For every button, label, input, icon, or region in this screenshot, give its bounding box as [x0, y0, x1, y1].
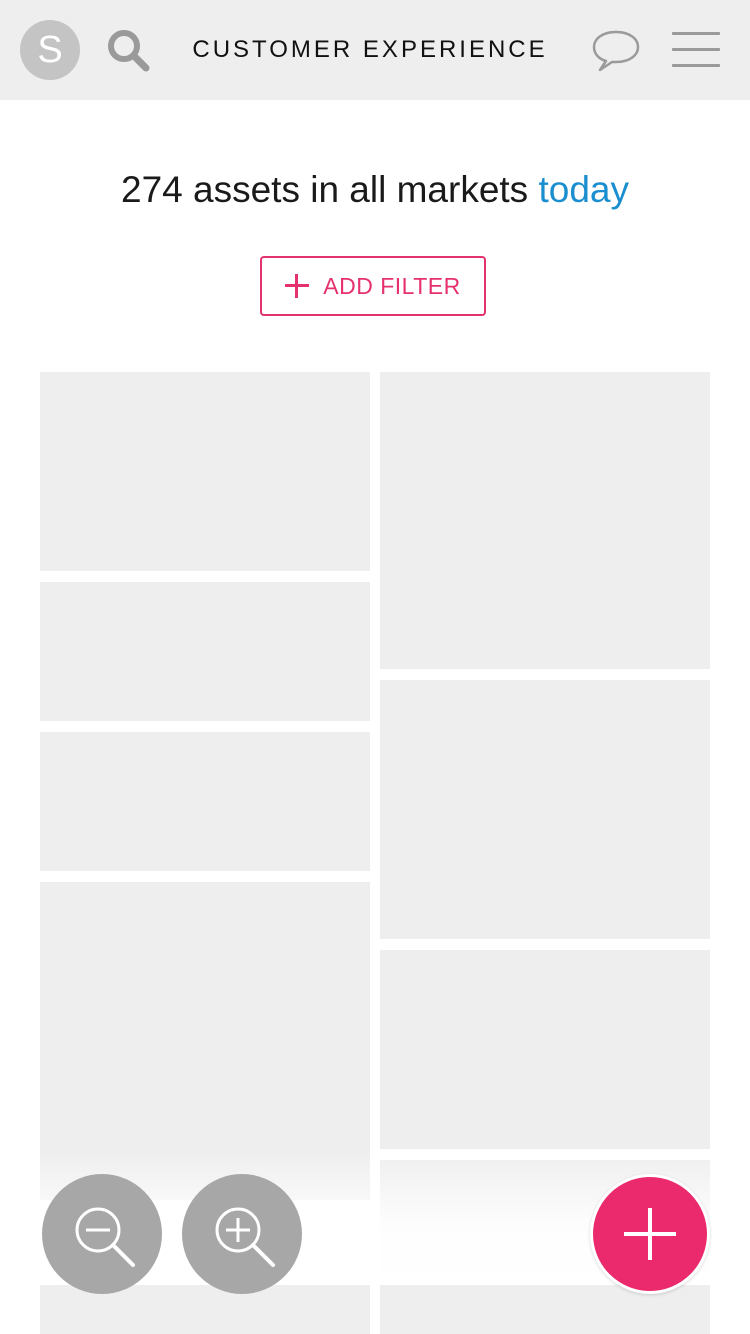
add-asset-button[interactable]	[590, 1174, 710, 1294]
hamburger-menu-icon	[672, 32, 720, 35]
zoom-in-icon	[215, 1207, 275, 1267]
zoom-out-icon	[75, 1207, 135, 1267]
add-filter-label: ADD FILTER	[323, 272, 461, 299]
zoom-in-button[interactable]	[182, 1174, 302, 1294]
page-title: CUSTOMER EXPERIENCE	[192, 36, 548, 63]
hamburger-menu-icon	[672, 64, 720, 67]
chat-button[interactable]	[588, 26, 644, 76]
asset-tile[interactable]	[380, 372, 710, 669]
hamburger-menu-icon	[672, 48, 720, 51]
page: S CUSTOMER EXPERIENCE 274 assets in all …	[0, 0, 750, 1334]
plus-icon	[624, 1208, 676, 1260]
asset-tile[interactable]	[40, 372, 370, 571]
menu-button[interactable]	[672, 28, 724, 72]
date-range-link[interactable]: today	[538, 169, 629, 210]
chat-bubble-icon	[592, 30, 640, 72]
asset-count-text: 274 assets in all markets	[121, 169, 529, 210]
top-bar: S CUSTOMER EXPERIENCE	[0, 0, 750, 100]
plus-icon	[285, 274, 310, 298]
user-avatar[interactable]: S	[20, 20, 80, 80]
asset-tile[interactable]	[40, 582, 370, 721]
asset-summary: 274 assets in all markets today	[0, 160, 750, 220]
asset-tile[interactable]	[380, 680, 710, 939]
search-icon	[108, 30, 150, 72]
search-button[interactable]	[104, 26, 152, 74]
zoom-out-button[interactable]	[42, 1174, 162, 1294]
asset-tile[interactable]	[380, 950, 710, 1149]
asset-tile[interactable]	[40, 732, 370, 871]
add-filter-button[interactable]: ADD FILTER	[260, 256, 486, 316]
